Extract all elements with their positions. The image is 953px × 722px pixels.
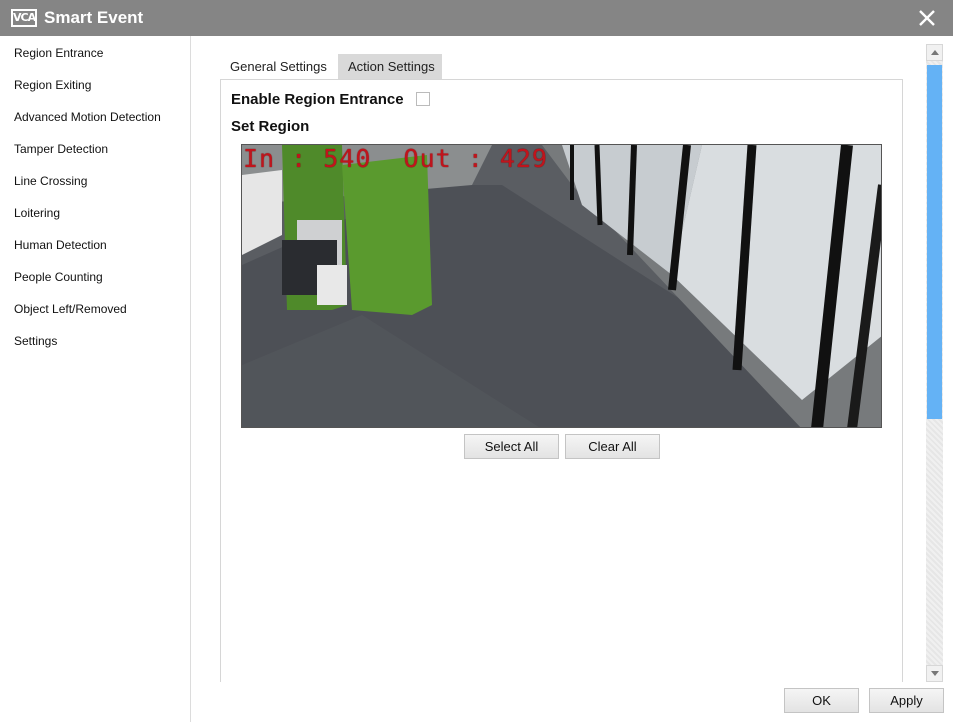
sidebar-item-settings[interactable]: Settings [14,333,57,349]
sidebar-item-tamper-detection[interactable]: Tamper Detection [14,141,108,157]
set-region-label: Set Region [231,118,310,135]
close-icon [919,10,935,26]
scroll-up-button[interactable] [926,44,943,61]
vertical-scrollbar[interactable] [926,44,943,682]
scroll-down-arrow-icon [931,671,939,676]
scroll-thumb[interactable] [927,65,942,419]
enable-region-entrance-checkbox[interactable] [416,92,430,106]
sidebar-item-line-crossing[interactable]: Line Crossing [14,173,87,189]
sidebar: Region Entrance Region Exiting Advanced … [0,36,191,722]
ok-button[interactable]: OK [784,688,859,713]
clear-all-button[interactable]: Clear All [565,434,660,459]
vca-logo: VCA [11,9,37,27]
camera-preview[interactable]: In : 540 Out : 429 [241,144,882,428]
select-all-button[interactable]: Select All [464,434,559,459]
camera-scene [242,145,881,427]
enable-region-entrance-label: Enable Region Entrance [231,91,404,108]
sidebar-item-region-entrance[interactable]: Region Entrance [14,45,103,61]
window-title: Smart Event [44,8,144,27]
sidebar-item-object-left-removed[interactable]: Object Left/Removed [14,301,127,317]
sidebar-item-region-exiting[interactable]: Region Exiting [14,77,91,93]
close-button[interactable] [910,0,944,36]
tab-action-settings[interactable]: Action Settings [338,54,442,80]
sidebar-item-people-counting[interactable]: People Counting [14,269,103,285]
scroll-down-button[interactable] [926,665,943,682]
tab-general-settings[interactable]: General Settings [220,54,338,80]
smart-event-window: VCA Smart Event Region Entrance Region E… [0,0,953,722]
sidebar-item-advanced-motion-detection[interactable]: Advanced Motion Detection [14,109,161,125]
title-bar: VCA Smart Event [0,0,953,36]
people-count-overlay: In : 540 Out : 429 [243,144,548,173]
apply-button[interactable]: Apply [869,688,944,713]
sidebar-item-human-detection[interactable]: Human Detection [14,237,107,253]
sidebar-item-loitering[interactable]: Loitering [14,205,60,221]
scroll-up-arrow-icon [931,50,939,55]
